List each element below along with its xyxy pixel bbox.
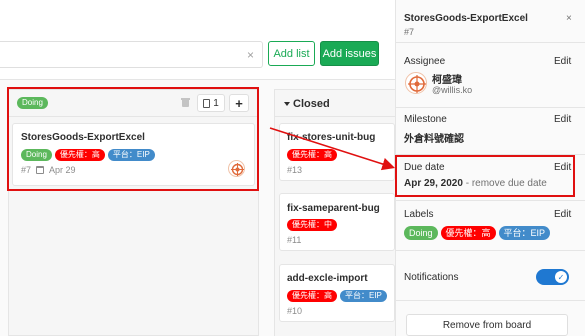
label-priority-high[interactable]: 優先權：高 [54, 149, 105, 161]
closed-card-title[interactable]: fix-stores-unit-bug [287, 132, 375, 143]
closed-card-labels: 優先權：中 [287, 219, 337, 231]
label-priority-mid[interactable]: 優先權：中 [287, 219, 337, 231]
notifications-label: Notifications [404, 272, 459, 283]
collapse-caret-icon[interactable] [284, 102, 290, 106]
assignee-avatar-large[interactable] [405, 72, 427, 94]
closed-card-title[interactable]: add-excle-import [287, 273, 368, 284]
issue-due-date: Apr 29 [49, 165, 76, 175]
milestone-edit-link[interactable]: Edit [554, 114, 571, 125]
assignee-username: @willis.ko [432, 85, 473, 95]
remove-from-board-button[interactable]: Remove from board [406, 314, 568, 336]
sidebar-header [395, 0, 585, 43]
board-search-input[interactable]: × [0, 41, 263, 68]
label-priority-high[interactable]: 優先權：高 [287, 290, 337, 302]
closed-card-number: #13 [287, 165, 303, 175]
assignee-edit-link[interactable]: Edit [554, 56, 571, 67]
calendar-icon [36, 166, 45, 174]
clear-search-icon[interactable]: × [247, 48, 254, 62]
issue-card-meta: #7 Apr 29 [21, 165, 76, 175]
list-closed-title: Closed [293, 98, 330, 110]
due-date-label: Due date [404, 162, 445, 173]
milestone-label: Milestone [404, 114, 447, 125]
closed-card-title[interactable]: fix-sameparent-bug [287, 203, 380, 214]
label-priority-high[interactable]: 優先權：高 [440, 226, 496, 240]
closed-card-labels: 優先權：高 [287, 149, 337, 161]
add-issue-to-list-button[interactable]: + [229, 94, 249, 112]
sidebar-labels-list: Doing 優先權：高 平台：EIP [404, 226, 551, 240]
add-issues-button[interactable]: Add issues [320, 41, 379, 66]
issue-count-badge: 1 [197, 94, 225, 112]
assignee-avatar[interactable] [228, 160, 245, 177]
issues-icon [203, 98, 211, 108]
closed-card-number: #10 [287, 306, 303, 316]
label-doing[interactable]: Doing [21, 149, 52, 161]
issue-number: #7 [21, 165, 32, 175]
label-platform-eip[interactable]: 平台：EIP [340, 290, 387, 302]
label-priority-high[interactable]: 優先權：高 [287, 149, 337, 161]
trash-icon[interactable] [181, 98, 190, 107]
closed-card-number: #11 [287, 235, 302, 245]
remove-due-date-link[interactable]: - remove due date [463, 178, 547, 189]
list-doing-label: Doing [17, 97, 48, 109]
label-platform-eip[interactable]: 平台：EIP [498, 226, 551, 240]
labels-edit-link[interactable]: Edit [554, 209, 571, 220]
due-date-edit-link[interactable]: Edit [554, 162, 571, 173]
issue-card-labels: Doing 優先權：高 平台：EIP [21, 149, 155, 161]
check-icon: ✓ [555, 271, 567, 283]
label-platform-eip[interactable]: 平台：EIP [107, 149, 155, 161]
issue-count: 1 [213, 97, 219, 109]
assignee-label: Assignee [404, 56, 446, 67]
closed-card-labels: 優先權：高 平台：EIP [287, 290, 387, 302]
assignee-name[interactable]: 柯盛瑋 [432, 71, 462, 86]
label-doing[interactable]: Doing [404, 226, 438, 240]
due-date-text: Apr 29, 2020 [404, 178, 463, 189]
notifications-toggle[interactable]: ✓ [536, 269, 569, 285]
issue-card-title[interactable]: StoresGoods-ExportExcel [21, 132, 145, 143]
add-list-button[interactable]: Add list [268, 41, 315, 66]
labels-label: Labels [404, 209, 434, 220]
due-date-value: Apr 29, 2020 - remove due date [404, 178, 547, 189]
board-header [0, 0, 395, 80]
milestone-value[interactable]: 外倉料號確認 [404, 130, 464, 145]
